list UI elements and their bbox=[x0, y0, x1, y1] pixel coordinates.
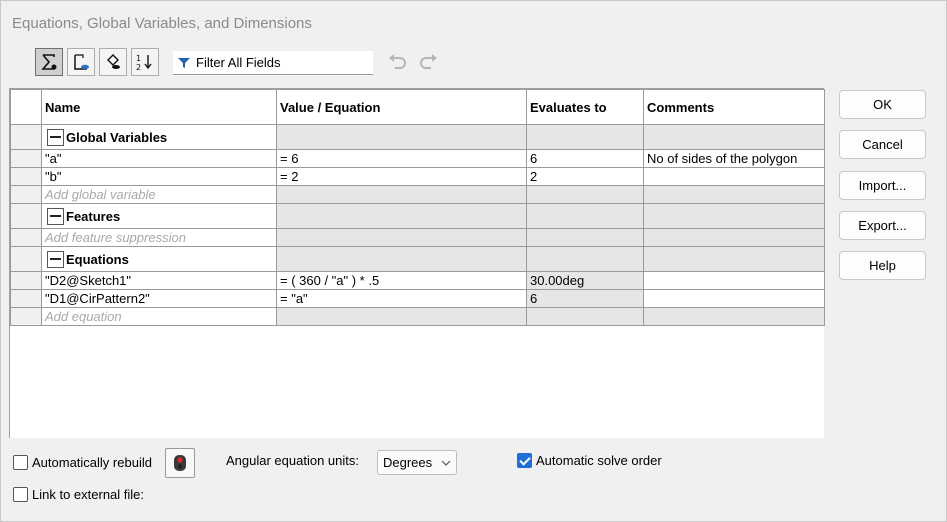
add-global-variable-cell[interactable]: Add global variable bbox=[41, 185, 277, 204]
sketch-equation-view-icon bbox=[74, 54, 89, 70]
link-external-label: Link to external file: bbox=[32, 487, 145, 502]
link-external-checkbox[interactable] bbox=[13, 487, 28, 502]
row-header[interactable] bbox=[10, 289, 42, 308]
dimension-view-icon bbox=[107, 54, 120, 69]
filter-field[interactable]: Filter All Fields bbox=[173, 51, 373, 75]
row-header[interactable] bbox=[10, 228, 42, 247]
equation-view-icon bbox=[41, 54, 57, 70]
value-cell[interactable]: = 6 bbox=[276, 149, 527, 168]
ordered-view-button[interactable]: 1 2 bbox=[131, 48, 159, 76]
value-cell[interactable]: = "a" bbox=[276, 289, 527, 308]
section-cell: Features bbox=[41, 203, 277, 229]
name-cell[interactable]: "a" bbox=[41, 149, 277, 168]
redo-icon[interactable] bbox=[417, 52, 439, 70]
angular-units-label: Angular equation units: bbox=[226, 453, 359, 468]
section-label: Global Variables bbox=[66, 129, 168, 145]
section-cell: Global Variables bbox=[41, 124, 277, 150]
export-button[interactable]: Export... bbox=[839, 211, 926, 240]
table-row: "a" = 6 6 No of sides of the polygon bbox=[10, 149, 825, 168]
grid-header-row: Name Value / Equation Evaluates to Comme… bbox=[10, 89, 825, 125]
equations-dialog: Equations, Global Variables, and Dimensi… bbox=[0, 0, 947, 522]
row-header[interactable] bbox=[10, 203, 42, 229]
column-header-evaluates[interactable]: Evaluates to bbox=[526, 89, 644, 125]
section-label: Equations bbox=[66, 251, 129, 267]
comment-cell[interactable] bbox=[643, 167, 825, 186]
add-feature-suppression-cell[interactable]: Add feature suppression bbox=[41, 228, 277, 247]
row-header[interactable] bbox=[10, 307, 42, 326]
collapse-icon[interactable] bbox=[47, 250, 64, 268]
evaluates-cell: 6 bbox=[526, 149, 644, 168]
undo-icon[interactable] bbox=[387, 52, 409, 70]
section-cell: Equations bbox=[41, 246, 277, 272]
angular-units-value: Degrees bbox=[383, 455, 433, 470]
name-cell[interactable]: "D2@Sketch1" bbox=[41, 271, 277, 290]
table-row: "b" = 2 2 bbox=[10, 167, 825, 186]
import-button[interactable]: Import... bbox=[839, 171, 926, 200]
help-button[interactable]: Help bbox=[839, 251, 926, 280]
name-cell[interactable]: "b" bbox=[41, 167, 277, 186]
section-label: Features bbox=[66, 208, 121, 224]
dimension-view-button[interactable] bbox=[99, 48, 127, 76]
row-header[interactable] bbox=[10, 271, 42, 290]
add-row: Add equation bbox=[10, 307, 825, 326]
row-header[interactable] bbox=[10, 185, 42, 204]
auto-solve-order-label: Automatic solve order bbox=[536, 453, 662, 468]
row-header[interactable] bbox=[10, 246, 42, 272]
add-row: Add global variable bbox=[10, 185, 825, 204]
row-header[interactable] bbox=[10, 167, 42, 186]
dialog-title: Equations, Global Variables, and Dimensi… bbox=[12, 15, 312, 32]
add-equation-cell[interactable]: Add equation bbox=[41, 307, 277, 326]
row-header[interactable] bbox=[10, 149, 42, 168]
add-row: Add feature suppression bbox=[10, 228, 825, 247]
equations-grid: Name Value / Equation Evaluates to Comme… bbox=[9, 88, 825, 438]
auto-rebuild-checkbox[interactable] bbox=[13, 455, 28, 470]
ok-button[interactable]: OK bbox=[839, 90, 926, 119]
table-row: "D2@Sketch1" = ( 360 / "a" ) * .5 30.00d… bbox=[10, 271, 825, 290]
value-cell[interactable]: = 2 bbox=[276, 167, 527, 186]
name-cell[interactable]: "D1@CirPattern2" bbox=[41, 289, 277, 308]
collapse-icon[interactable] bbox=[47, 207, 64, 225]
equation-view-button[interactable] bbox=[35, 48, 63, 76]
table-row: "D1@CirPattern2" = "a" 6 bbox=[10, 289, 825, 308]
svg-text:2: 2 bbox=[136, 63, 141, 72]
cancel-button[interactable]: Cancel bbox=[839, 130, 926, 159]
auto-rebuild-label: Automatically rebuild bbox=[32, 455, 152, 470]
row-header[interactable] bbox=[10, 124, 42, 150]
evaluates-cell: 6 bbox=[526, 289, 644, 308]
comment-cell[interactable] bbox=[643, 289, 825, 308]
ordered-view-icon: 1 2 bbox=[136, 54, 152, 72]
svg-text:1: 1 bbox=[136, 54, 141, 63]
column-header-comments[interactable]: Comments bbox=[643, 89, 825, 125]
collapse-icon[interactable] bbox=[47, 128, 64, 146]
column-header-name[interactable]: Name bbox=[41, 89, 277, 125]
traffic-light-icon bbox=[174, 455, 186, 471]
angular-units-dropdown[interactable]: Degrees bbox=[377, 450, 457, 475]
select-all-corner[interactable] bbox=[10, 89, 42, 125]
rebuild-button[interactable] bbox=[165, 448, 195, 478]
view-toolbar: 1 2 bbox=[35, 48, 163, 76]
filter-placeholder: Filter All Fields bbox=[196, 55, 281, 70]
section-row-features: Features bbox=[10, 203, 825, 229]
evaluates-cell: 30.00deg bbox=[526, 271, 644, 290]
value-cell[interactable]: = ( 360 / "a" ) * .5 bbox=[276, 271, 527, 290]
section-row-global-variables: Global Variables bbox=[10, 124, 825, 150]
comment-cell[interactable]: No of sides of the polygon bbox=[643, 149, 825, 168]
sketch-equation-view-button[interactable] bbox=[67, 48, 95, 76]
undo-redo-group bbox=[387, 52, 439, 70]
comment-cell[interactable] bbox=[643, 271, 825, 290]
evaluates-cell: 2 bbox=[526, 167, 644, 186]
auto-solve-order-checkbox[interactable] bbox=[517, 453, 532, 468]
section-row-equations: Equations bbox=[10, 246, 825, 272]
column-header-value[interactable]: Value / Equation bbox=[276, 89, 527, 125]
filter-icon bbox=[178, 57, 190, 68]
chevron-down-icon bbox=[441, 460, 451, 466]
